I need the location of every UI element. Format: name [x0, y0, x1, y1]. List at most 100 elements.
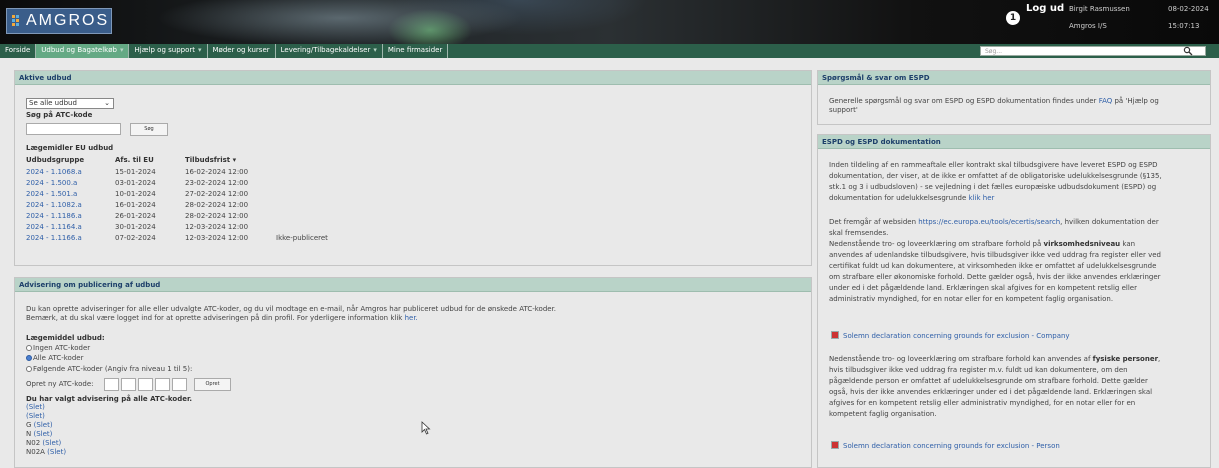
search-icon[interactable]: [1183, 46, 1193, 56]
text-line: anvendes af udenlandske tilbudsgivere, h…: [829, 251, 1161, 259]
atc-level-2-input[interactable]: [121, 378, 136, 391]
list-item: (Slet): [26, 412, 66, 421]
site-search-input[interactable]: Søg...: [980, 46, 1206, 56]
nav-forside[interactable]: Forside: [0, 44, 37, 58]
atc-level-5-input[interactable]: [172, 378, 187, 391]
chevron-down-icon: ⌄: [104, 99, 110, 107]
frist-date: 27-02-2024 12:00: [185, 190, 249, 198]
text-line: skal fremsendes.: [829, 229, 889, 237]
afs-date: 03-01-2024: [115, 179, 156, 187]
text-part: Nedenstående tro- og loveerklæring om st…: [829, 240, 1042, 248]
atc-level-3-input[interactable]: [138, 378, 153, 391]
nav-label: Levering/Tilbagekaldelser: [280, 46, 371, 54]
logout-icon[interactable]: 1: [1006, 11, 1020, 25]
doc-link-person[interactable]: Solemn declaration concerning grounds fo…: [831, 441, 1060, 452]
espd-paragraph-2: Det fremgår af websiden https://ec.europ…: [829, 217, 1159, 239]
select-value: Se alle udbud: [29, 99, 77, 107]
chevron-down-icon: ▾: [373, 46, 377, 54]
panel-title: Advisering om publicering af udbud: [15, 278, 811, 292]
radio-foelgende[interactable]: Følgende ATC-koder (Angiv fra niveau 1 t…: [26, 364, 192, 375]
text-line: certifikat fuldt ud kan dokumentere, at …: [829, 262, 1157, 270]
udbud-link[interactable]: 2024 - 1.1068.a: [26, 167, 82, 178]
delete-link[interactable]: (Slet): [26, 412, 45, 420]
nav-udbud[interactable]: Udbud og Bagatelkøb ▾: [36, 44, 130, 58]
frist-date: 23-02-2024 12:00: [185, 179, 249, 187]
faq-link[interactable]: FAQ: [1099, 97, 1113, 105]
text-line-with-link: dokumentation for udelukkelsesgrunde kli…: [829, 193, 1162, 204]
chevron-down-icon: ▾: [198, 46, 202, 54]
chevron-down-icon: ▾: [119, 46, 124, 54]
list-item: G (Slet): [26, 421, 66, 430]
document-icon: [831, 441, 839, 449]
udbud-link[interactable]: 2024 - 1.1164.a: [26, 222, 82, 233]
delete-link[interactable]: (Slet): [34, 421, 53, 429]
col-header-afs-til-eu[interactable]: Afs. til EU: [115, 155, 154, 166]
udbud-link[interactable]: 2024 - 1.501.a: [26, 189, 77, 200]
logo-text: AMGROS: [26, 12, 110, 29]
list-item: N (Slet): [26, 430, 66, 439]
atc-search-label: Søg på ATC-kode: [26, 111, 93, 119]
atc-search-input[interactable]: [26, 123, 121, 135]
document-icon: [831, 331, 839, 339]
delete-link[interactable]: (Slet): [33, 430, 52, 438]
text-line: Nedenstående tro- og loveerklæring om st…: [829, 239, 1161, 250]
text-part: Generelle spørgsmål og svar om ESPD og E…: [829, 97, 1097, 105]
col-header-udbudsgruppe[interactable]: Udbudsgruppe: [26, 155, 84, 166]
organization-name: Amgros I/S: [1069, 22, 1107, 30]
nav-levering[interactable]: Levering/Tilbagekaldelser ▾: [276, 44, 383, 58]
klik-her-link[interactable]: klik her: [969, 194, 995, 202]
text-line: dokumentation, der viser, at de ikke er …: [829, 172, 1162, 180]
afs-date: 07-02-2024: [115, 234, 156, 242]
radio-button[interactable]: [26, 366, 32, 372]
atc-level-1-input[interactable]: [104, 378, 119, 391]
logo-mark-icon: [12, 15, 19, 26]
afs-date: 15-01-2024: [115, 168, 156, 176]
panel-title: ESPD og ESPD dokumentation: [818, 135, 1210, 149]
user-name: Birgit Rasmussen: [1069, 5, 1130, 13]
radio-button-selected[interactable]: [26, 355, 32, 361]
header: AMGROS 1 Log ud Birgit Rasmussen Amgros …: [0, 0, 1219, 44]
udbud-link[interactable]: 2024 - 1.500.a: [26, 178, 77, 189]
radio-label: Alle ATC-koder: [33, 354, 84, 362]
nav-firmasider[interactable]: Mine firmasider: [383, 44, 449, 58]
nav-hjaelp[interactable]: Hjælp og support ▾: [129, 44, 208, 58]
text-line: kompetent faglig organisation.: [829, 410, 937, 418]
section-heading: Lægemidler EU udbud: [26, 144, 114, 152]
udbud-link[interactable]: 2024 - 1.1082.a: [26, 200, 82, 211]
atc-code: N02A: [26, 448, 45, 456]
logout-link[interactable]: Log ud: [1026, 3, 1064, 14]
atc-level-4-input[interactable]: [155, 378, 170, 391]
amgros-logo[interactable]: AMGROS: [6, 8, 112, 34]
col-header-tilbudsfrist[interactable]: Tilbudsfrist ▾: [185, 155, 236, 166]
status-note: Ikke-publiceret: [276, 234, 328, 242]
delete-link[interactable]: (Slet): [26, 403, 45, 411]
opret-label: Opret ny ATC-kode:: [26, 380, 94, 388]
atc-code: N: [26, 430, 32, 438]
radio-alle[interactable]: Alle ATC-koder: [26, 353, 83, 364]
udbud-filter-select[interactable]: Se alle udbud ⌄: [26, 98, 114, 109]
spoergsmaal-text-2: support': [829, 106, 858, 114]
info-link[interactable]: her.: [405, 314, 418, 322]
text-line: hvis tilbudsgiver ikke ved uddrag fra re…: [829, 366, 1128, 374]
text-line: Inden tildeling af en rammeaftale eller …: [829, 161, 1158, 169]
doc-link-label[interactable]: Solemn declaration concerning grounds fo…: [843, 442, 1060, 450]
text-line-with-link: Det fremgår af websiden https://ec.europ…: [829, 217, 1159, 228]
udbud-link[interactable]: 2024 - 1.1166.a: [26, 233, 82, 244]
doc-link-company[interactable]: Solemn declaration concerning grounds fo…: [831, 331, 1070, 342]
radio-button[interactable]: [26, 345, 32, 351]
text-part: på 'Hjælp og: [1114, 97, 1159, 105]
nav-moeder[interactable]: Møder og kurser: [208, 44, 276, 58]
radio-label: Følgende ATC-koder (Angiv fra niveau 1 t…: [33, 365, 193, 373]
udbud-link[interactable]: 2024 - 1.1186.a: [26, 211, 82, 222]
delete-link[interactable]: (Slet): [47, 448, 66, 456]
text-line: afgives for en kompetent retslig eller a…: [829, 399, 1136, 407]
doc-link-label[interactable]: Solemn declaration concerning grounds fo…: [843, 332, 1070, 340]
text-bold: virksomhedsniveau: [1043, 240, 1121, 248]
opret-button[interactable]: Opret: [194, 378, 231, 391]
ecertis-link[interactable]: https://ec.europa.eu/tools/ecertis/searc…: [918, 218, 1060, 226]
atc-code: N02: [26, 439, 41, 447]
aktive-udbud-panel: Aktive udbud Se alle udbud ⌄ Søg på ATC-…: [14, 70, 812, 266]
current-date: 08-02-2024: [1168, 5, 1209, 13]
delete-link[interactable]: (Slet): [42, 439, 61, 447]
atc-search-button[interactable]: Søg: [130, 123, 168, 136]
